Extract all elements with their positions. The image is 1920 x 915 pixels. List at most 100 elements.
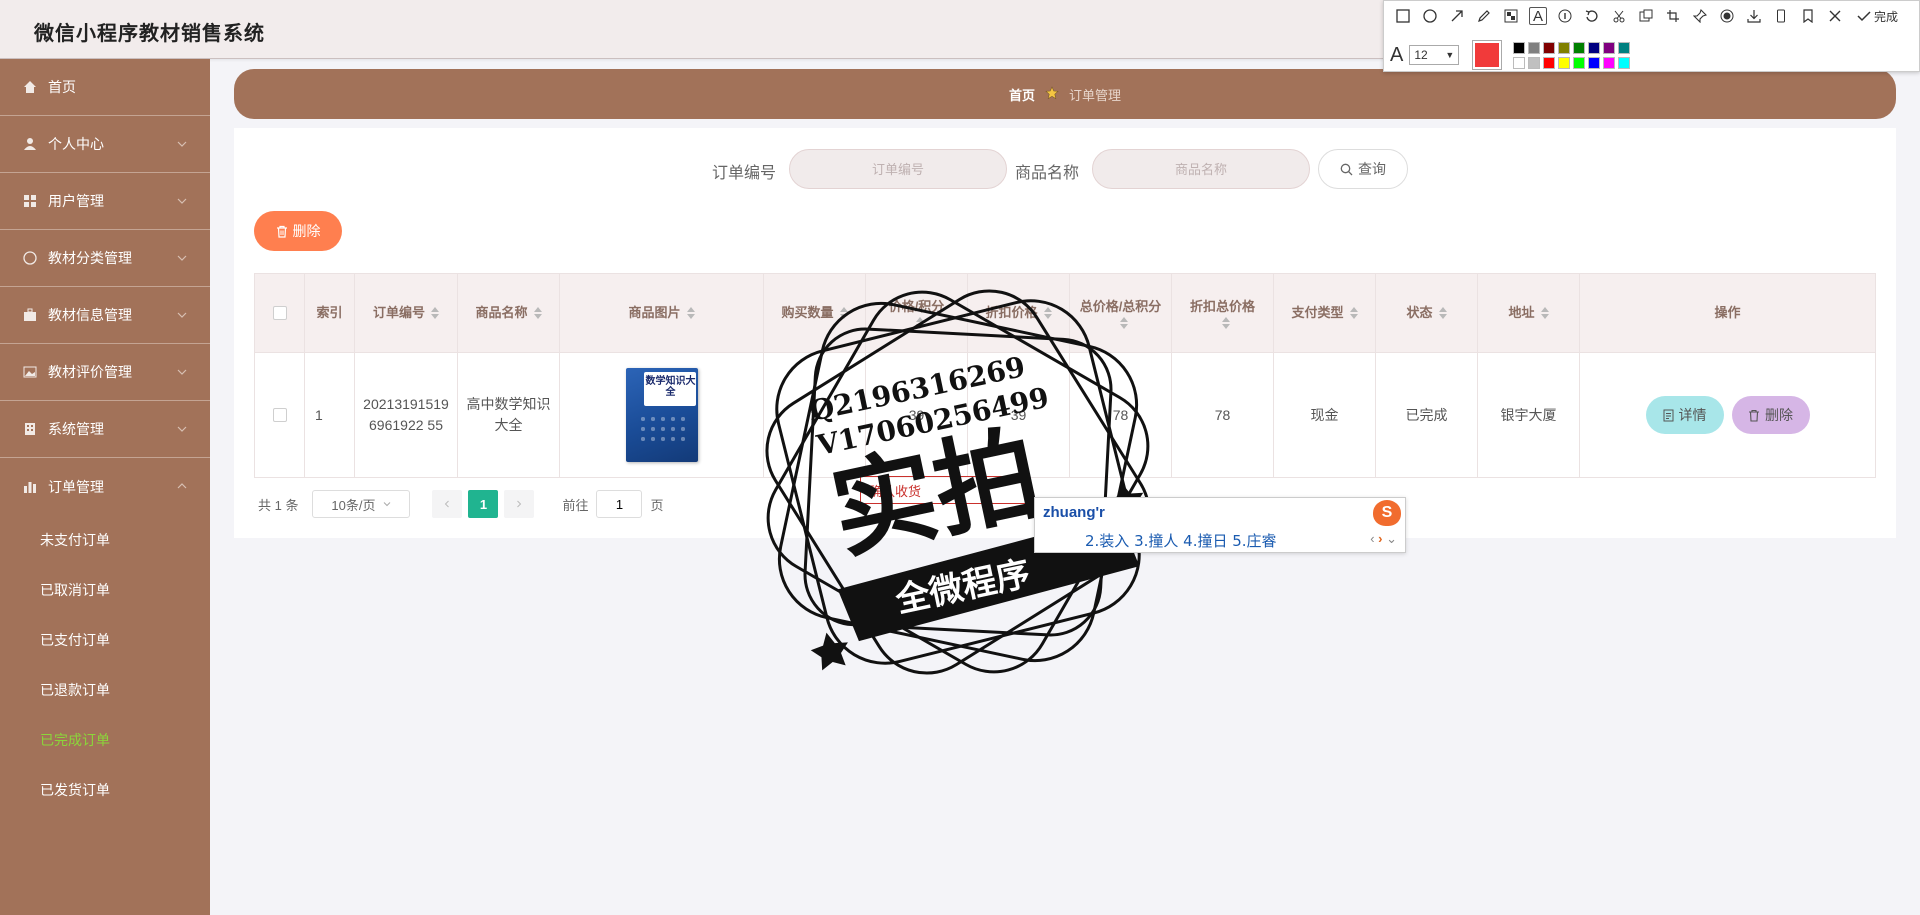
number-tool-icon[interactable] [1556,7,1574,25]
color-swatch[interactable] [1528,56,1541,69]
pagination: 共 1 条 10条/页 1 前往 页 [258,490,664,518]
rectangle-tool-icon[interactable] [1394,7,1412,25]
goto-page-input[interactable] [596,490,643,518]
sidebar-item-system[interactable]: 系统管理 [0,401,210,458]
color-swatch[interactable] [1543,41,1556,54]
building-icon [22,421,38,437]
color-swatch[interactable] [1603,56,1616,69]
breadcrumb-current: 订单管理 [1069,87,1122,103]
header-status[interactable]: 状态 [1376,274,1478,352]
done-button[interactable]: 完成 [1857,8,1898,25]
pen-tool-icon[interactable] [1475,7,1493,25]
color-swatch[interactable] [1588,41,1601,54]
sidebar-item-users[interactable]: 用户管理 [0,173,210,230]
sidebar-subitem-unpaid[interactable]: 未支付订单 [0,515,210,565]
page-size-select[interactable]: 10条/页 [312,490,411,518]
font-size-select[interactable]: 12 ▼ [1409,45,1460,65]
row-checkbox[interactable] [272,408,287,422]
chevron-down-icon [177,369,187,375]
sidebar-item-profile[interactable]: 个人中心 [0,116,210,173]
page-number-current[interactable]: 1 [468,490,499,518]
query-button[interactable]: 查询 [1318,149,1408,189]
sidebar-subitem-refunded[interactable]: 已退款订单 [0,665,210,715]
delete-label: 删除 [292,223,321,239]
color-swatch[interactable] [1528,41,1541,54]
sidebar-item-label: 订单管理 [48,478,104,495]
row-delete-label: 删除 [1765,406,1793,423]
batch-delete-button[interactable]: 删除 [254,211,342,251]
header-product-image[interactable]: 商品图片 [560,274,764,352]
detail-button[interactable]: 详情 [1645,396,1724,434]
chevron-down-icon [177,312,187,318]
sidebar-subitem-paid[interactable]: 已支付订单 [0,615,210,665]
download-icon[interactable] [1745,7,1763,25]
color-swatch[interactable] [1558,56,1571,69]
undo-icon[interactable] [1583,7,1601,25]
breadcrumb-home[interactable]: 首页 [1009,85,1035,104]
ellipse-tool-icon[interactable] [1421,7,1439,25]
pin-icon[interactable] [1691,7,1709,25]
color-swatch[interactable] [1558,41,1571,54]
product-image[interactable]: 数学知识大全 [625,368,698,462]
arrow-tool-icon[interactable] [1448,7,1466,25]
phone-icon[interactable] [1772,7,1790,25]
sidebar-item-label: 首页 [48,79,76,95]
sort-icon [1221,316,1230,329]
cell-product-image: 数学知识大全 [560,353,764,477]
check-icon [1857,11,1871,22]
home-icon [22,79,38,95]
crop-icon[interactable] [1664,7,1682,25]
header-order-no[interactable]: 订单编号 [355,274,458,352]
color-swatch[interactable] [1618,56,1631,69]
header-label: 商品图片 [628,305,681,321]
color-swatch[interactable] [1513,41,1526,54]
order-no-label: 订单编号 [712,165,777,182]
bookmark-icon[interactable] [1799,7,1817,25]
sidebar-item-category[interactable]: 教材分类管理 [0,230,210,287]
cell-status: 已完成 [1376,353,1478,477]
product-name-input[interactable] [1092,149,1310,189]
color-swatch[interactable] [1588,56,1601,69]
cell-pay-type: 现金 [1274,353,1376,477]
next-page-button[interactable] [504,490,535,518]
header-address[interactable]: 地址 [1478,274,1580,352]
close-icon[interactable] [1826,7,1844,25]
color-swatch[interactable] [1603,41,1616,54]
ime-page-arrows[interactable]: ‹ › ⌄ [1370,531,1397,547]
cell-address: 银宇大厦 [1478,353,1580,477]
color-swatch[interactable] [1618,41,1631,54]
order-no-input[interactable] [789,149,1007,189]
sort-icon [431,307,439,319]
sidebar-subitem-cancelled[interactable]: 已取消订单 [0,565,210,615]
header-pay-type[interactable]: 支付类型 [1274,274,1376,352]
color-swatch[interactable] [1573,41,1586,54]
text-tool-icon[interactable]: A [1529,7,1547,25]
current-color-swatch[interactable] [1472,40,1503,70]
header-discount-total[interactable]: 折扣总价格 [1172,274,1274,352]
select-all-cell [255,274,305,352]
annotation-tools: A 完成 [1394,7,1898,25]
color-swatch[interactable] [1543,56,1556,69]
goto-label: 前往 [562,497,589,513]
ime-candidates[interactable]: 2.装入 3.撞人 4.撞日 5.庄睿 [1085,530,1277,551]
select-all-checkbox[interactable] [272,306,287,320]
sidebar-item-home[interactable]: 首页 [0,59,210,116]
sidebar-item-books[interactable]: 教材信息管理 [0,287,210,344]
header-product-name[interactable]: 商品名称 [458,274,560,352]
ocr-icon[interactable] [1637,7,1655,25]
image-icon [22,364,38,380]
color-swatch[interactable] [1513,56,1526,69]
query-label: 查询 [1358,161,1386,177]
record-icon[interactable] [1718,7,1736,25]
watermark-stamp: Q2196316269 V17060256499 实拍 全微程序 [765,289,1151,675]
sort-icon [1349,307,1358,319]
prev-page-button[interactable] [432,490,463,518]
sidebar-subitem-shipped[interactable]: 已发货订单 [0,765,210,815]
color-swatch[interactable] [1573,56,1586,69]
row-delete-button[interactable]: 删除 [1731,396,1810,434]
sidebar-item-orders[interactable]: 订单管理 [0,458,210,515]
sidebar-subitem-completed[interactable]: 已完成订单 [0,715,210,765]
mosaic-tool-icon[interactable] [1502,7,1520,25]
sidebar-item-reviews[interactable]: 教材评价管理 [0,344,210,401]
scissors-icon[interactable] [1610,7,1628,25]
